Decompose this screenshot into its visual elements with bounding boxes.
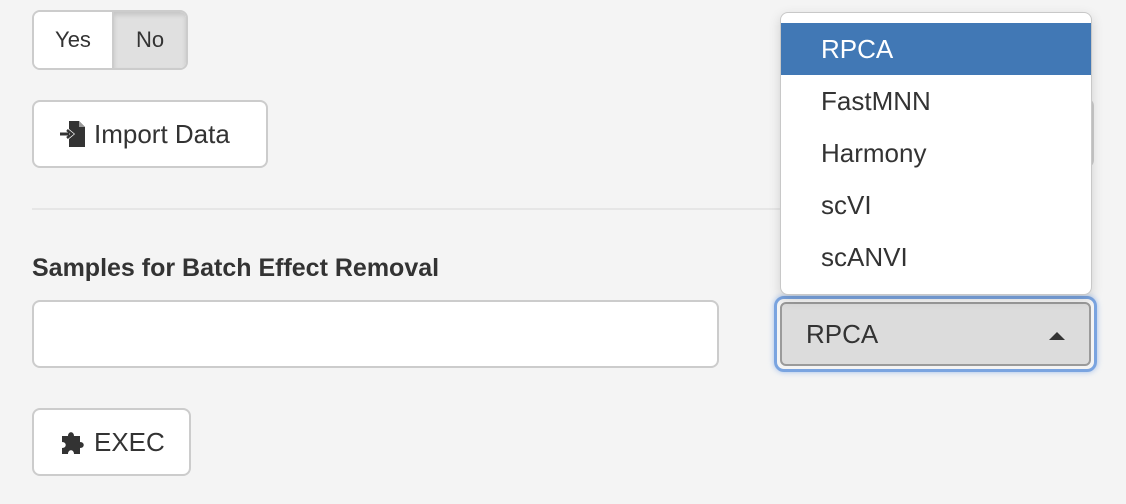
toggle-yes-button[interactable]: Yes — [34, 12, 114, 68]
samples-input[interactable] — [32, 300, 719, 368]
toggle-no-button[interactable]: No — [114, 12, 186, 68]
yes-no-toggle: Yes No — [32, 10, 188, 70]
exec-label: EXEC — [94, 426, 165, 457]
caret-up-icon — [1049, 332, 1065, 340]
section-divider — [32, 208, 792, 210]
dropdown-option-scvi[interactable]: scVI — [781, 179, 1091, 231]
method-dropdown-menu: RPCA FastMNN Harmony scVI scANVI — [780, 12, 1092, 295]
dropdown-option-harmony[interactable]: Harmony — [781, 127, 1091, 179]
batch-effect-label: Samples for Batch Effect Removal — [32, 254, 440, 282]
dropdown-option-fastmnn[interactable]: FastMNN — [781, 75, 1091, 127]
app-page: Yes No Import Data Samples for Batch Eff… — [0, 0, 1126, 504]
import-data-label: Import Data — [94, 118, 230, 149]
import-data-button[interactable]: Import Data — [32, 100, 268, 168]
dropdown-option-scanvi[interactable]: scANVI — [781, 231, 1091, 283]
file-import-icon — [60, 121, 85, 147]
puzzle-piece-icon — [62, 432, 84, 454]
method-select-box[interactable]: RPCA — [780, 302, 1091, 366]
method-select[interactable]: RPCA — [774, 296, 1097, 372]
method-select-value: RPCA — [806, 318, 879, 349]
dropdown-option-rpca[interactable]: RPCA — [781, 23, 1091, 75]
exec-button[interactable]: EXEC — [32, 408, 191, 476]
